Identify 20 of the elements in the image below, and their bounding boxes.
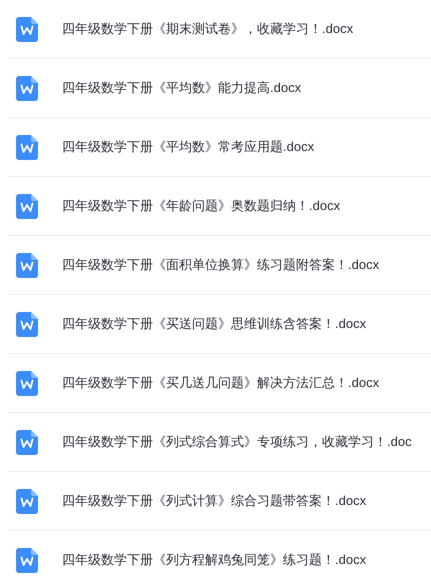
word-file-icon bbox=[16, 430, 38, 454]
word-file-icon bbox=[16, 76, 38, 100]
file-name[interactable]: 四年级数学下册《列式综合算式》专项练习，收藏学习！.doc bbox=[62, 433, 412, 451]
word-file-icon bbox=[16, 548, 38, 572]
file-name[interactable]: 四年级数学下册《买几送几问题》解决方法汇总！.docx bbox=[62, 374, 380, 392]
file-name[interactable]: 四年级数学下册《平均数》能力提高.docx bbox=[62, 79, 302, 97]
word-file-icon bbox=[16, 134, 38, 160]
file-name[interactable]: 四年级数学下册《年龄问题》奥数题归纳！.docx bbox=[62, 197, 340, 215]
file-name[interactable]: 四年级数学下册《平均数》常考应用题.docx bbox=[62, 138, 314, 156]
word-file-icon bbox=[16, 16, 38, 42]
word-file-icon bbox=[16, 312, 38, 336]
word-file-icon bbox=[16, 370, 38, 396]
file-name[interactable]: 四年级数学下册《列式计算》综合习题带答案！.docx bbox=[62, 492, 366, 510]
file-name[interactable]: 四年级数学下册《面积单位换算》练习题附答案！.docx bbox=[62, 256, 380, 274]
file-name[interactable]: 四年级数学下册《列方程解鸡兔同笼》练习题！.docx bbox=[62, 551, 366, 569]
word-file-icon bbox=[16, 488, 38, 514]
word-file-icon bbox=[16, 252, 38, 278]
file-name[interactable]: 四年级数学下册《期末测试卷》，收藏学习！.docx bbox=[62, 20, 354, 38]
word-file-icon bbox=[16, 194, 38, 218]
file-name[interactable]: 四年级数学下册《买送问题》思维训练含答案！.docx bbox=[62, 315, 366, 333]
